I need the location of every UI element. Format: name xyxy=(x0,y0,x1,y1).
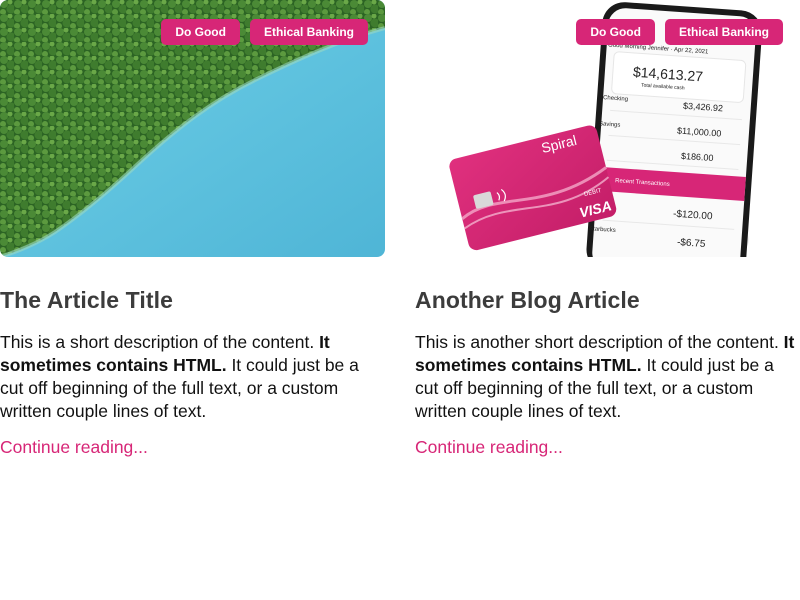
article-card[interactable]: Do Good Ethical Banking The Article Titl… xyxy=(0,0,385,458)
article-image-banking-app[interactable]: Good Morning Jennifer · Apr 22, 2021 $14… xyxy=(415,0,800,257)
article-description: This is another short description of the… xyxy=(415,331,800,423)
app-transaction-amount: -$6.75 xyxy=(676,237,706,250)
article-title[interactable]: Another Blog Article xyxy=(415,287,800,313)
tag-do-good[interactable]: Do Good xyxy=(161,19,240,45)
description-text: This is another short description of the… xyxy=(415,332,784,352)
tag-ethical-banking[interactable]: Ethical Banking xyxy=(249,19,368,45)
tag-do-good[interactable]: Do Good xyxy=(576,19,655,45)
continue-reading-link[interactable]: Continue reading... xyxy=(415,437,563,458)
article-title[interactable]: The Article Title xyxy=(0,287,385,313)
article-image-aerial-forest-lake[interactable]: Do Good Ethical Banking xyxy=(0,0,385,257)
tag-ethical-banking[interactable]: Ethical Banking xyxy=(664,19,783,45)
continue-reading-link[interactable]: Continue reading... xyxy=(0,437,148,458)
article-card[interactable]: Good Morning Jennifer · Apr 22, 2021 $14… xyxy=(415,0,800,458)
description-text: This is a short description of the conte… xyxy=(0,332,320,352)
tag-list: Do Good Ethical Banking xyxy=(161,19,368,45)
tag-list: Do Good Ethical Banking xyxy=(576,19,783,45)
article-description: This is a short description of the conte… xyxy=(0,331,385,423)
